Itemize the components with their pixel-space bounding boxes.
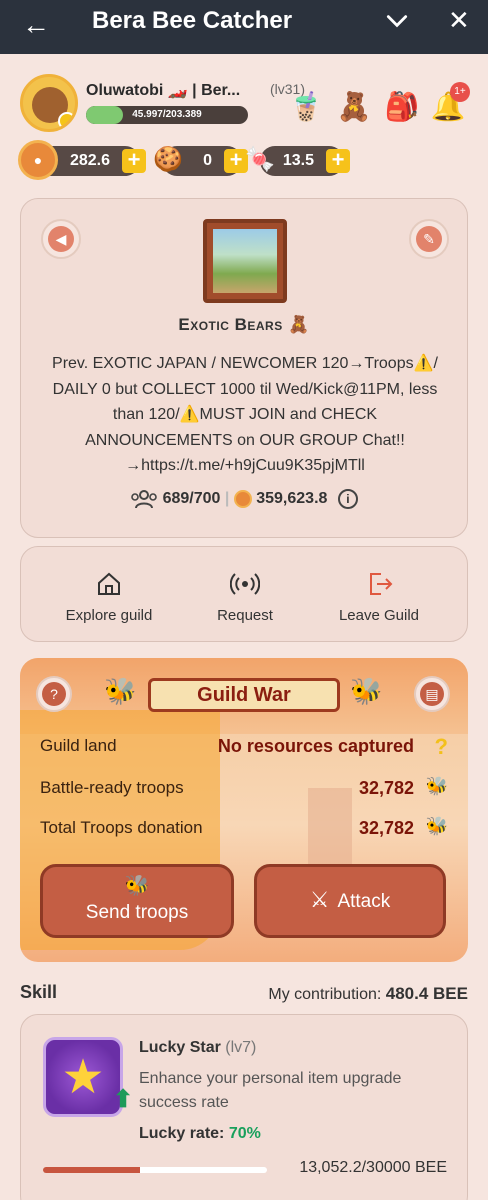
skill-card[interactable]: ★ ⬆ Lucky Star (lv7) Enhance your person… [20, 1014, 468, 1200]
guild-members: 689/700 [162, 490, 221, 507]
chevron-down-icon[interactable] [384, 8, 410, 34]
cookie-icon: 🍪 [153, 146, 183, 173]
skill-progress-text: 13,052.2/30000 BEE [299, 1159, 447, 1176]
request-button[interactable]: Request [175, 569, 315, 624]
guild-war-title: Guild War [148, 678, 340, 712]
attack-button[interactable]: ⚔ Attack [254, 864, 446, 938]
guild-treasury: 359,623.8 [256, 490, 328, 507]
bee-icon: 🐝 [425, 776, 448, 796]
bee-icon: 🐝 [104, 676, 137, 706]
help-button[interactable]: ? [36, 676, 72, 712]
guild-war-panel: ? 🐝 Guild War 🐝 ▤ Guild land No resource… [20, 658, 468, 962]
send-troops-button[interactable]: 🐝 Send troops [40, 864, 234, 938]
badge-icon [58, 112, 75, 129]
player-name: Oluwatobi 🏎️ | Ber... [86, 82, 241, 99]
war-log-button[interactable]: ▤ [414, 676, 450, 712]
my-contribution: My contribution: 480.4 BEE [268, 984, 468, 1003]
currency-candy: 🍬 13.5 + [245, 146, 350, 176]
bubble-tea-icon[interactable]: 🧋 [286, 86, 326, 126]
star-icon: ★ [43, 1037, 123, 1117]
back-arrow-icon[interactable]: ← [22, 8, 50, 42]
xp-progress-bar: 45.997/203.389 [86, 106, 248, 124]
leave-guild-button[interactable]: Leave Guild [309, 569, 449, 624]
bee-icon: 🐝 [425, 816, 448, 836]
currency-honey: ● 282.6 + [18, 140, 146, 180]
document-icon: ▤ [420, 682, 444, 706]
honey-coin-icon [233, 490, 252, 508]
close-icon[interactable]: ✕ [448, 4, 470, 36]
currency-cookie: 🍪 0 + [153, 146, 248, 176]
broadcast-icon [230, 573, 260, 595]
add-candy-button[interactable]: + [326, 149, 350, 173]
guild-description: Prev. EXOTIC JAPAN / NEWCOMER 120→Troops… [52, 355, 438, 474]
info-icon[interactable]: i [337, 489, 358, 509]
explore-guild-button[interactable]: Explore guild [39, 569, 179, 624]
skill-name: Lucky Star (lv7) [139, 1039, 257, 1056]
exit-icon [370, 573, 393, 595]
skill-rate: Lucky rate: 70% [139, 1125, 261, 1142]
skill-description: Enhance your personal item upgrade succe… [139, 1070, 402, 1111]
add-honey-button[interactable]: + [122, 149, 146, 173]
candy-icon: 🍬 [245, 146, 275, 173]
app-bar: ← Bera Bee Catcher ✕ [0, 0, 488, 54]
announcement-button[interactable]: ◀ [41, 219, 81, 259]
teddy-bear-icon[interactable]: 🧸 [334, 86, 374, 126]
home-icon [98, 572, 120, 595]
avatar[interactable] [20, 74, 78, 132]
backpack-icon[interactable]: 🎒 [382, 86, 422, 126]
bee-icon: 🐝 [124, 875, 150, 897]
guild-name: Exotic Bears 🧸 [178, 315, 310, 334]
guild-emblem [203, 219, 287, 303]
crossed-swords-icon: ⚔ [309, 887, 330, 912]
question-icon: ? [42, 682, 66, 706]
guild-land-value: No resources captured [217, 736, 414, 756]
notification-badge: 1+ [450, 82, 470, 102]
guild-stats: 689/700 | 359,623.8 i [21, 489, 467, 509]
honey-coin-icon: ● [18, 140, 58, 180]
edit-guild-button[interactable]: ✎ [409, 219, 449, 259]
guild-info-card: ◀ ✎ Exotic Bears 🧸 Prev. EXOTIC JAPAN / … [20, 198, 468, 538]
xp-text: 45.997/203.389 [132, 109, 202, 120]
guild-actions-card: Explore guild Request Leave Guild [20, 546, 468, 642]
megaphone-icon: ◀ [48, 226, 74, 252]
contribution-value: 480.4 BEE [385, 984, 468, 1003]
bee-icon: 🐝 [350, 676, 383, 706]
currency-bar: ● 282.6 + 🍪 0 + 🍬 13.5 + [18, 140, 468, 182]
app-title: Bera Bee Catcher [92, 7, 293, 34]
upgrade-arrow-icon: ⬆ [113, 1086, 134, 1113]
profile-header: Oluwatobi 🏎️ | Ber... (lv31) 45.997/203.… [20, 72, 470, 134]
members-icon [131, 490, 157, 509]
edit-icon: ✎ [416, 226, 442, 252]
question-mark-icon: ? [434, 734, 448, 759]
skill-progress-bar [43, 1167, 267, 1173]
skill-heading: Skill [20, 982, 58, 1002]
